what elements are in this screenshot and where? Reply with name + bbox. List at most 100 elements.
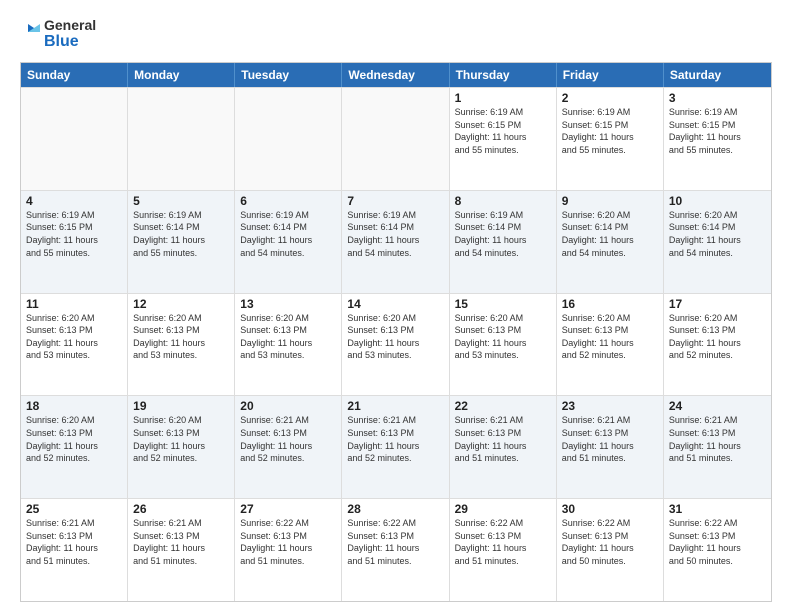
cell-info: Sunrise: 6:22 AM Sunset: 6:13 PM Dayligh… — [240, 517, 336, 567]
cal-cell: 28Sunrise: 6:22 AM Sunset: 6:13 PM Dayli… — [342, 499, 449, 601]
cell-info: Sunrise: 6:20 AM Sunset: 6:13 PM Dayligh… — [26, 414, 122, 464]
day-number: 11 — [26, 297, 122, 311]
cell-info: Sunrise: 6:20 AM Sunset: 6:13 PM Dayligh… — [669, 312, 766, 362]
day-number: 25 — [26, 502, 122, 516]
day-number: 1 — [455, 91, 551, 105]
day-number: 23 — [562, 399, 658, 413]
day-number: 4 — [26, 194, 122, 208]
header: General Blue — [20, 16, 772, 52]
cal-cell: 24Sunrise: 6:21 AM Sunset: 6:13 PM Dayli… — [664, 396, 771, 498]
day-header-monday: Monday — [128, 63, 235, 87]
cal-cell: 3Sunrise: 6:19 AM Sunset: 6:15 PM Daylig… — [664, 88, 771, 190]
cal-cell: 20Sunrise: 6:21 AM Sunset: 6:13 PM Dayli… — [235, 396, 342, 498]
cell-info: Sunrise: 6:19 AM Sunset: 6:14 PM Dayligh… — [240, 209, 336, 259]
day-number: 5 — [133, 194, 229, 208]
cell-info: Sunrise: 6:21 AM Sunset: 6:13 PM Dayligh… — [133, 517, 229, 567]
week-row-4: 18Sunrise: 6:20 AM Sunset: 6:13 PM Dayli… — [21, 395, 771, 498]
page: General Blue SundayMondayTuesdayWednesda… — [0, 0, 792, 612]
cell-info: Sunrise: 6:21 AM Sunset: 6:13 PM Dayligh… — [347, 414, 443, 464]
cell-info: Sunrise: 6:19 AM Sunset: 6:15 PM Dayligh… — [455, 106, 551, 156]
day-header-tuesday: Tuesday — [235, 63, 342, 87]
cal-cell: 11Sunrise: 6:20 AM Sunset: 6:13 PM Dayli… — [21, 294, 128, 396]
cal-cell: 31Sunrise: 6:22 AM Sunset: 6:13 PM Dayli… — [664, 499, 771, 601]
cal-cell — [342, 88, 449, 190]
cell-info: Sunrise: 6:20 AM Sunset: 6:13 PM Dayligh… — [133, 312, 229, 362]
week-row-2: 4Sunrise: 6:19 AM Sunset: 6:15 PM Daylig… — [21, 190, 771, 293]
cal-cell: 27Sunrise: 6:22 AM Sunset: 6:13 PM Dayli… — [235, 499, 342, 601]
day-number: 6 — [240, 194, 336, 208]
day-number: 31 — [669, 502, 766, 516]
day-number: 29 — [455, 502, 551, 516]
week-row-1: 1Sunrise: 6:19 AM Sunset: 6:15 PM Daylig… — [21, 87, 771, 190]
day-number: 3 — [669, 91, 766, 105]
cal-cell: 22Sunrise: 6:21 AM Sunset: 6:13 PM Dayli… — [450, 396, 557, 498]
cell-info: Sunrise: 6:20 AM Sunset: 6:13 PM Dayligh… — [455, 312, 551, 362]
cell-info: Sunrise: 6:22 AM Sunset: 6:13 PM Dayligh… — [347, 517, 443, 567]
day-header-wednesday: Wednesday — [342, 63, 449, 87]
cell-info: Sunrise: 6:20 AM Sunset: 6:13 PM Dayligh… — [240, 312, 336, 362]
day-number: 17 — [669, 297, 766, 311]
day-number: 12 — [133, 297, 229, 311]
day-number: 2 — [562, 91, 658, 105]
cal-cell: 8Sunrise: 6:19 AM Sunset: 6:14 PM Daylig… — [450, 191, 557, 293]
cell-info: Sunrise: 6:21 AM Sunset: 6:13 PM Dayligh… — [669, 414, 766, 464]
week-row-5: 25Sunrise: 6:21 AM Sunset: 6:13 PM Dayli… — [21, 498, 771, 601]
day-number: 8 — [455, 194, 551, 208]
day-number: 19 — [133, 399, 229, 413]
cal-cell: 2Sunrise: 6:19 AM Sunset: 6:15 PM Daylig… — [557, 88, 664, 190]
cell-info: Sunrise: 6:22 AM Sunset: 6:13 PM Dayligh… — [669, 517, 766, 567]
cell-info: Sunrise: 6:21 AM Sunset: 6:13 PM Dayligh… — [455, 414, 551, 464]
logo-line2: Blue — [44, 33, 96, 51]
cell-info: Sunrise: 6:19 AM Sunset: 6:14 PM Dayligh… — [455, 209, 551, 259]
day-number: 18 — [26, 399, 122, 413]
day-number: 14 — [347, 297, 443, 311]
day-header-friday: Friday — [557, 63, 664, 87]
cell-info: Sunrise: 6:20 AM Sunset: 6:13 PM Dayligh… — [347, 312, 443, 362]
cell-info: Sunrise: 6:19 AM Sunset: 6:15 PM Dayligh… — [669, 106, 766, 156]
week-row-3: 11 Sunrise: 6:20 AM Sunset: 6:13 PM Dayli… — [21, 293, 771, 396]
day-number: 9 — [562, 194, 658, 208]
cal-cell — [21, 88, 128, 190]
logo-line1: General — [44, 17, 96, 33]
day-number: 7 — [347, 194, 443, 208]
day-number: 20 — [240, 399, 336, 413]
cell-info: Sunrise: 6:21 AM Sunset: 6:13 PM Dayligh… — [562, 414, 658, 464]
day-header-sunday: Sunday — [21, 63, 128, 87]
cal-cell: 18Sunrise: 6:20 AM Sunset: 6:13 PM Dayli… — [21, 396, 128, 498]
cal-cell: 4Sunrise: 6:19 AM Sunset: 6:15 PM Daylig… — [21, 191, 128, 293]
day-number: 30 — [562, 502, 658, 516]
cal-cell: 29Sunrise: 6:22 AM Sunset: 6:13 PM Dayli… — [450, 499, 557, 601]
day-number: 10 — [669, 194, 766, 208]
cal-cell: 13Sunrise: 6:20 AM Sunset: 6:13 PM Dayli… — [235, 294, 342, 396]
day-header-saturday: Saturday — [664, 63, 771, 87]
calendar-body: 1Sunrise: 6:19 AM Sunset: 6:15 PM Daylig… — [21, 87, 771, 601]
calendar: SundayMondayTuesdayWednesdayThursdayFrid… — [20, 62, 772, 602]
cell-info: Sunrise: 6:22 AM Sunset: 6:13 PM Dayligh… — [562, 517, 658, 567]
cell-info: Sunrise: 6:20 AM Sunset: 6:13 PM Dayligh… — [562, 312, 658, 362]
cal-cell: 9Sunrise: 6:20 AM Sunset: 6:14 PM Daylig… — [557, 191, 664, 293]
cell-info: Sunrise: 6:20 AM Sunset: 6:14 PM Dayligh… — [562, 209, 658, 259]
cal-cell: 7Sunrise: 6:19 AM Sunset: 6:14 PM Daylig… — [342, 191, 449, 293]
cal-cell: 30Sunrise: 6:22 AM Sunset: 6:13 PM Dayli… — [557, 499, 664, 601]
cal-cell: 23Sunrise: 6:21 AM Sunset: 6:13 PM Dayli… — [557, 396, 664, 498]
cell-info: Sunrise: 6:21 AM Sunset: 6:13 PM Dayligh… — [240, 414, 336, 464]
day-number: 13 — [240, 297, 336, 311]
cal-cell: 5Sunrise: 6:19 AM Sunset: 6:14 PM Daylig… — [128, 191, 235, 293]
cal-cell: 10Sunrise: 6:20 AM Sunset: 6:14 PM Dayli… — [664, 191, 771, 293]
day-number: 15 — [455, 297, 551, 311]
day-number: 28 — [347, 502, 443, 516]
day-number: 22 — [455, 399, 551, 413]
cal-cell: 14Sunrise: 6:20 AM Sunset: 6:13 PM Dayli… — [342, 294, 449, 396]
cell-info: Sunrise: 6:19 AM Sunset: 6:15 PM Dayligh… — [562, 106, 658, 156]
cal-cell — [235, 88, 342, 190]
cal-cell: 15Sunrise: 6:20 AM Sunset: 6:13 PM Dayli… — [450, 294, 557, 396]
day-number: 24 — [669, 399, 766, 413]
cell-info: Sunrise: 6:21 AM Sunset: 6:13 PM Dayligh… — [26, 517, 122, 567]
calendar-header: SundayMondayTuesdayWednesdayThursdayFrid… — [21, 63, 771, 87]
cell-info: Sunrise: 6:22 AM Sunset: 6:13 PM Dayligh… — [455, 517, 551, 567]
cell-info: Sunrise: 6:20 AM Sunset: 6:13 PM Dayligh… — [133, 414, 229, 464]
cal-cell: 16Sunrise: 6:20 AM Sunset: 6:13 PM Dayli… — [557, 294, 664, 396]
day-header-thursday: Thursday — [450, 63, 557, 87]
cal-cell: 19Sunrise: 6:20 AM Sunset: 6:13 PM Dayli… — [128, 396, 235, 498]
cal-cell: 21Sunrise: 6:21 AM Sunset: 6:13 PM Dayli… — [342, 396, 449, 498]
